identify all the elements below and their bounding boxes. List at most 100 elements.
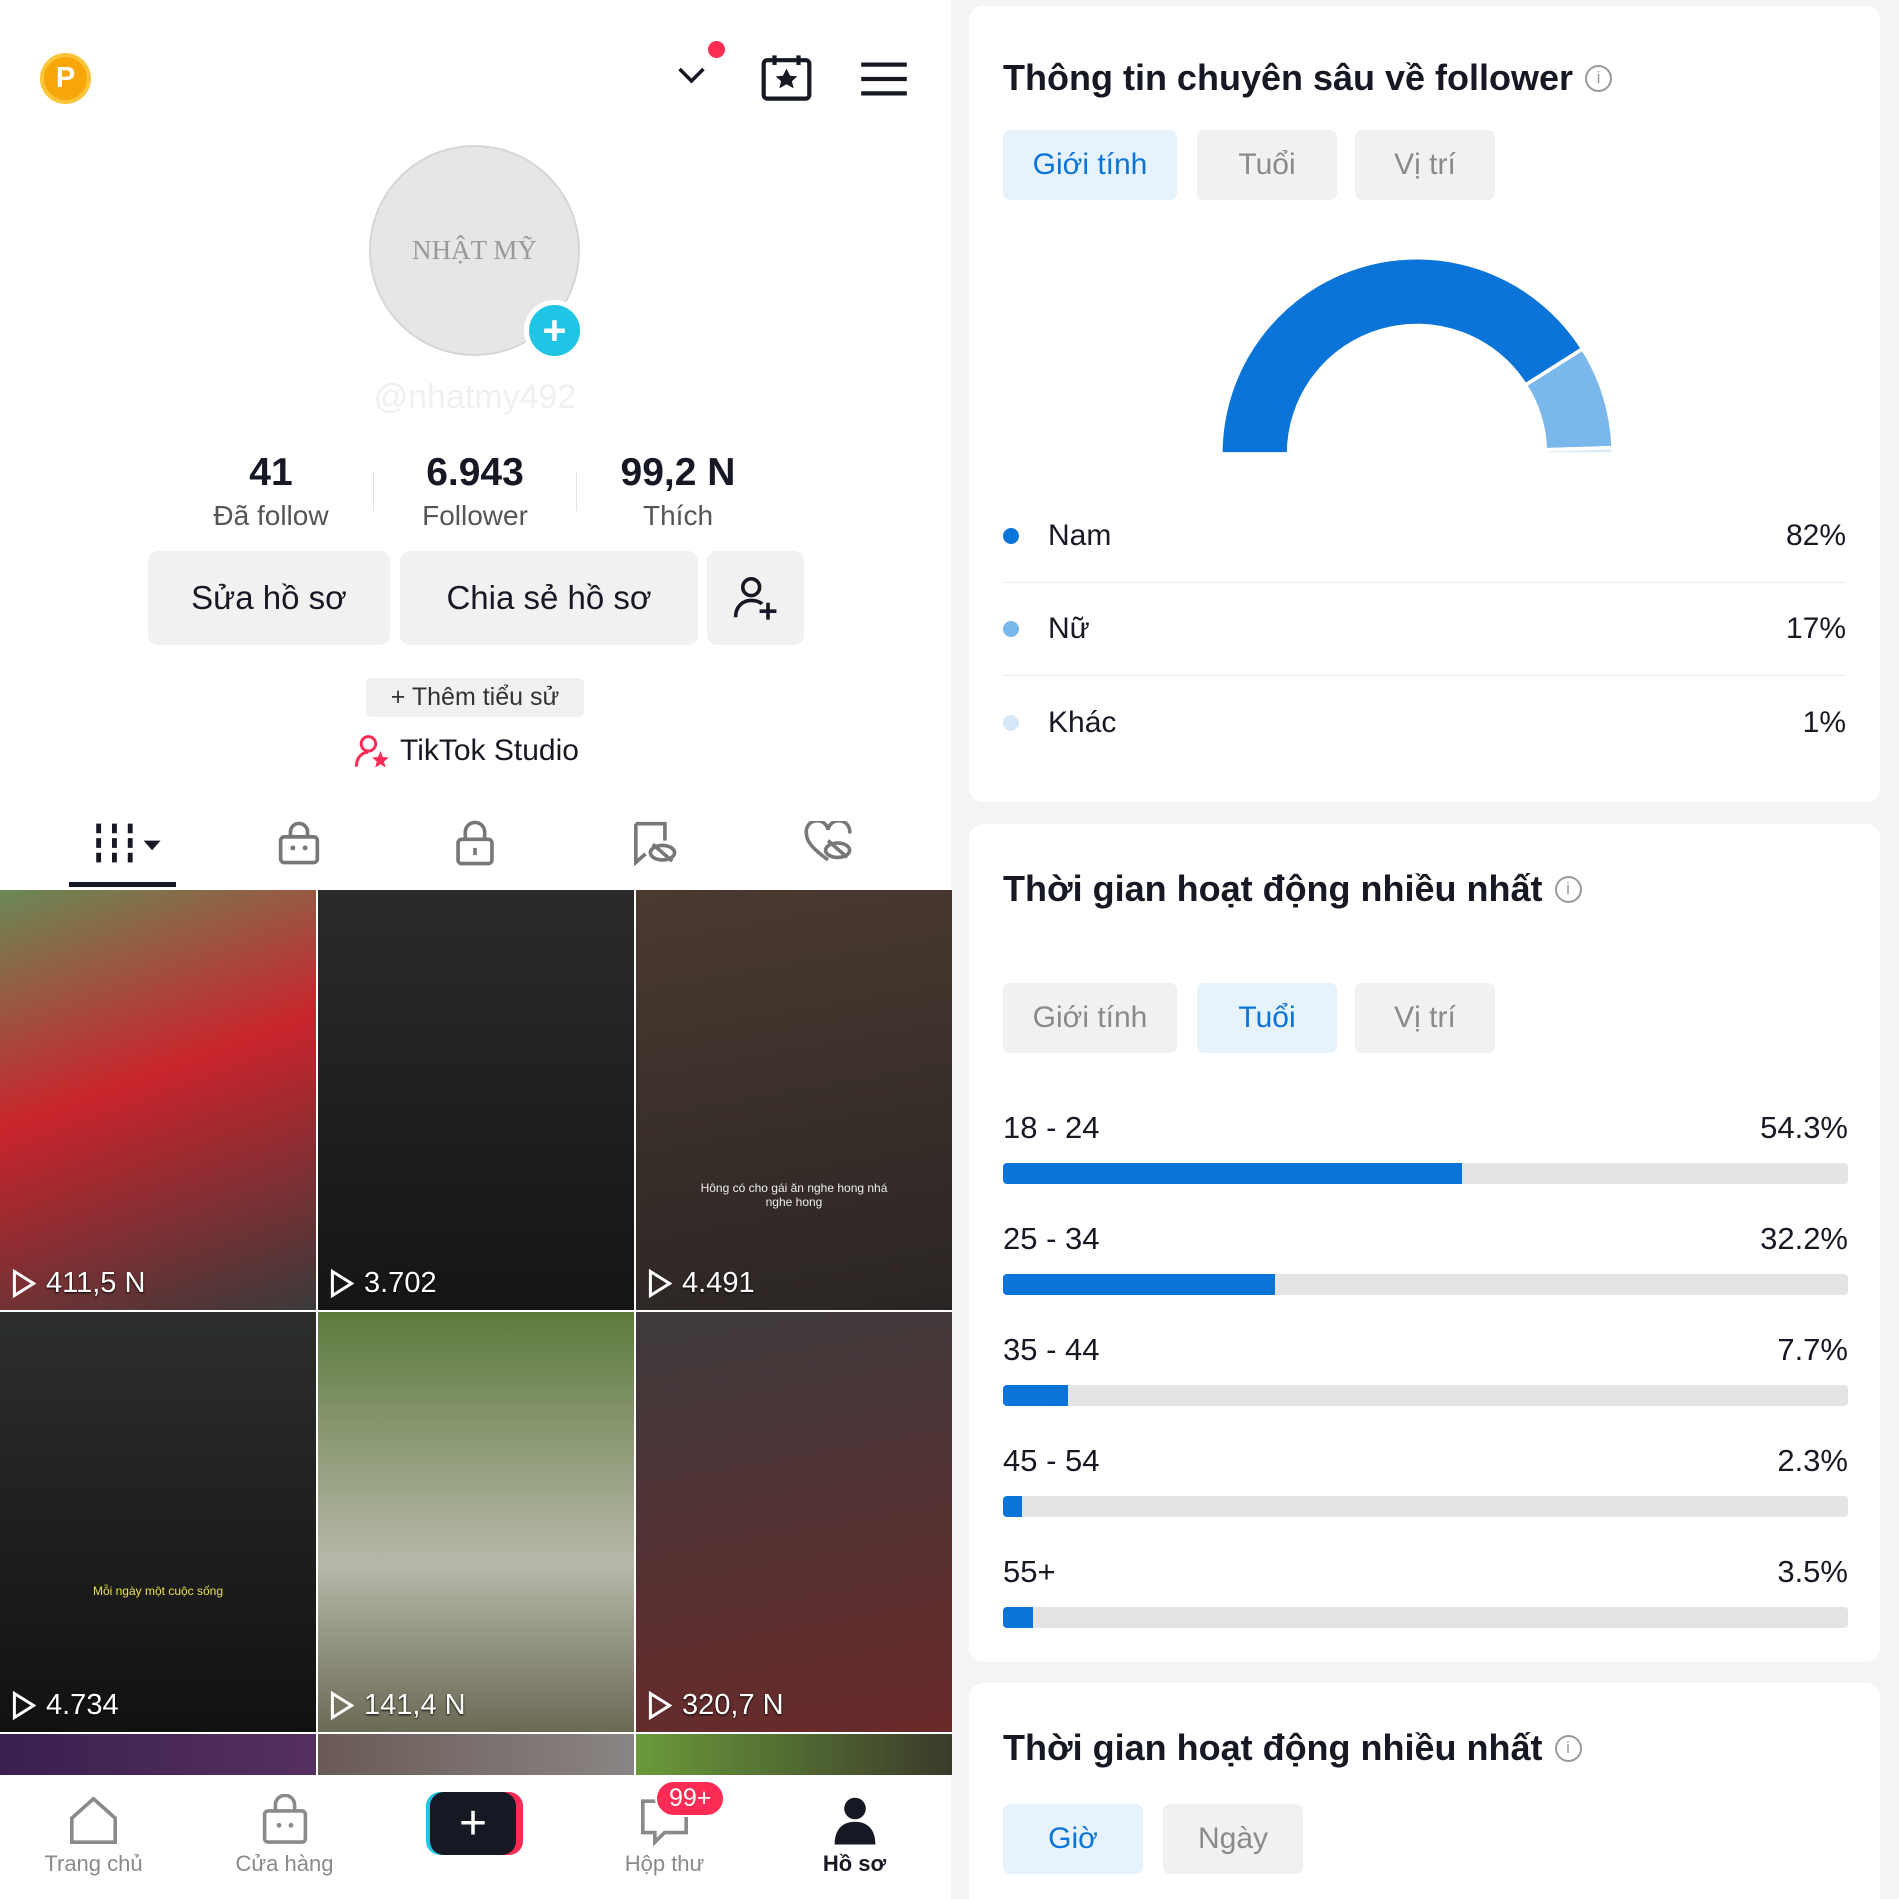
stat-likes[interactable]: 99,2 N Thích: [575, 451, 781, 532]
nav-profile[interactable]: Hồ sơ: [788, 1790, 921, 1877]
tab-location[interactable]: Vị trí: [1355, 130, 1495, 200]
video-thumbnail[interactable]: [0, 1734, 316, 1775]
video-grid: 411,5 N 3.702 Hông có cho gái ăn nghe hong…: [0, 890, 952, 1775]
tiktok-studio-link[interactable]: TikTok Studio: [354, 733, 579, 769]
age-bar-row: 35 - 44 7.7%: [1003, 1332, 1848, 1406]
username: @nhatmy492: [373, 378, 577, 416]
add-bio-button[interactable]: + Thêm tiểu sử: [366, 678, 584, 717]
legend-label: Nam: [1048, 519, 1112, 552]
play-icon: [330, 1269, 354, 1298]
tab-age[interactable]: Tuổi: [1197, 130, 1337, 200]
age-value: 2.3%: [1777, 1443, 1848, 1478]
legend-value: 17%: [1785, 612, 1846, 645]
age-value: 3.5%: [1777, 1554, 1848, 1589]
age-value: 32.2%: [1760, 1221, 1848, 1256]
tab-age[interactable]: Tuổi: [1197, 983, 1337, 1053]
view-count: 320,7 N: [648, 1689, 784, 1722]
play-icon: [330, 1691, 354, 1720]
videos-grid-icon[interactable]: [92, 819, 165, 867]
studio-label: TikTok Studio: [400, 734, 579, 767]
info-icon[interactable]: i: [1554, 1734, 1582, 1762]
home-icon: [70, 1796, 117, 1844]
person-icon: [834, 1797, 875, 1845]
nav-home[interactable]: Trang chủ: [27, 1790, 160, 1877]
stat-label: Thích: [642, 500, 714, 531]
create-button[interactable]: +: [426, 1792, 523, 1855]
tab-gender[interactable]: Giới tính: [1003, 130, 1177, 200]
tab-location[interactable]: Vị trí: [1355, 983, 1495, 1053]
heart-hidden-icon[interactable]: [804, 819, 852, 867]
calendar-star-icon[interactable]: [761, 53, 812, 106]
add-friend-button[interactable]: [707, 551, 804, 645]
edit-profile-button[interactable]: Sửa hồ sơ: [148, 551, 390, 645]
play-icon: [12, 1269, 36, 1298]
video-thumbnail[interactable]: 411,5 N: [0, 890, 316, 1310]
stat-label: Đã follow: [213, 500, 329, 531]
nav-shop[interactable]: Cửa hàng: [218, 1790, 351, 1877]
legend-label: Nữ: [1048, 612, 1090, 645]
legend-dot: [1003, 621, 1019, 637]
card-title: Thời gian hoạt động nhiều nhất: [1003, 1727, 1543, 1768]
stat-label: Follower: [422, 500, 528, 531]
follower-insights-card: Thông tin chuyên sâu về follower i Giới t…: [969, 6, 1880, 802]
age-bar-track: [1003, 1274, 1848, 1295]
view-count-value: 3.702: [364, 1267, 437, 1299]
bottom-nav: Trang chủ Cửa hàng + Hộp thư 99+ Hồ sơ: [0, 1775, 951, 1899]
info-icon[interactable]: i: [1585, 64, 1613, 92]
video-thumbnail[interactable]: 141,4 N: [318, 1312, 634, 1732]
shop-bag-icon[interactable]: [275, 819, 323, 867]
age-value: 7.7%: [1777, 1332, 1848, 1367]
view-count: 4.491: [648, 1267, 755, 1300]
coin-icon[interactable]: P: [40, 53, 91, 104]
add-avatar-button[interactable]: +: [524, 300, 585, 361]
gender-legend-row: Khác 1%: [1003, 676, 1846, 769]
video-thumbnail[interactable]: 3.702: [318, 890, 634, 1310]
age-bar-row: 25 - 34 32.2%: [1003, 1221, 1848, 1295]
donut-slice-nam: [1218, 255, 1586, 456]
age-bar-track: [1003, 1496, 1848, 1517]
view-count: 3.702: [330, 1267, 437, 1300]
video-thumbnail[interactable]: [636, 1734, 952, 1775]
age-bar-track: [1003, 1607, 1848, 1628]
age-bar-fill: [1003, 1496, 1023, 1517]
view-count: 411,5 N: [12, 1267, 145, 1300]
bookmark-hidden-icon[interactable]: [630, 819, 678, 867]
age-label: 45 - 54: [1003, 1443, 1100, 1478]
legend-value: 1%: [1802, 705, 1846, 739]
video-thumbnail[interactable]: Hông có cho gái ăn nghe hong nhá nghe ho…: [636, 890, 952, 1310]
lock-icon[interactable]: [451, 819, 499, 867]
age-bar-row: 55+ 3.5%: [1003, 1554, 1848, 1628]
menu-icon[interactable]: [861, 61, 907, 102]
stat-followers[interactable]: 6.943 Follower: [372, 451, 578, 532]
tab-gender[interactable]: Giới tính: [1003, 983, 1177, 1053]
age-activity-card: Thời gian hoạt động nhiều nhất i Giới tín…: [969, 824, 1880, 1662]
age-bar-fill: [1003, 1607, 1033, 1628]
age-bar-row: 45 - 54 2.3%: [1003, 1443, 1848, 1517]
stat-following[interactable]: 41 Đã follow: [168, 451, 374, 532]
age-bar-fill: [1003, 1274, 1276, 1295]
nav-label: Hồ sơ: [822, 1851, 887, 1876]
profile-panel: P NHẬT MỸ + @nhatmy492 41 Đã follow 6.943…: [0, 0, 952, 1899]
tab-hour[interactable]: Giờ: [1003, 1804, 1143, 1874]
info-icon[interactable]: i: [1554, 875, 1582, 903]
video-caption: Mỗi ngày một cuộc sống: [92, 1584, 224, 1598]
avatar-logo-text: NHẬT MỸ: [412, 235, 537, 265]
age-bar-track: [1003, 1385, 1848, 1406]
age-label: 55+: [1003, 1554, 1056, 1589]
tab-day[interactable]: Ngày: [1163, 1804, 1303, 1874]
video-thumbnail[interactable]: [318, 1734, 634, 1775]
view-count-value: 411,5 N: [46, 1267, 146, 1299]
stat-value: 41: [249, 451, 293, 494]
plus-icon: +: [430, 1792, 516, 1855]
chevron-down-icon[interactable]: [676, 63, 707, 92]
age-bar-fill: [1003, 1385, 1069, 1406]
legend-label: Khác: [1048, 705, 1117, 739]
video-thumbnail[interactable]: Mỗi ngày một cuộc sống 4.734: [0, 1312, 316, 1732]
play-icon: [648, 1691, 672, 1720]
age-bar-fill: [1003, 1163, 1462, 1184]
nav-label: Trang chủ: [44, 1851, 143, 1876]
video-thumbnail[interactable]: 320,7 N: [636, 1312, 952, 1732]
stat-value: 99,2 N: [620, 451, 736, 494]
legend-dot: [1003, 528, 1019, 544]
share-profile-button[interactable]: Chia sẻ hồ sơ: [400, 551, 698, 645]
